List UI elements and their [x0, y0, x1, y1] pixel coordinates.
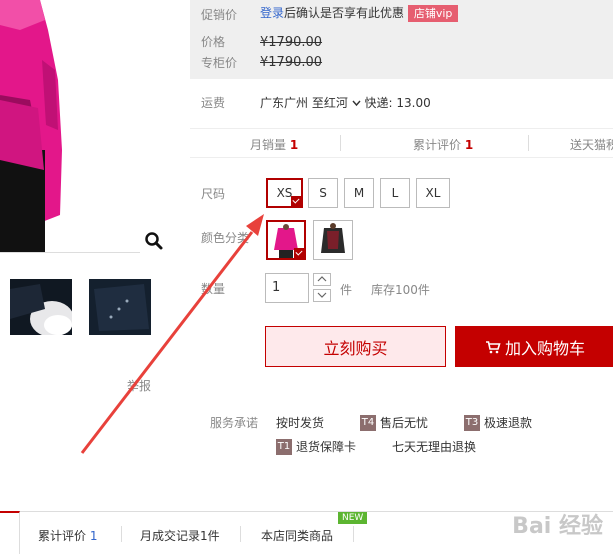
size-option-xs[interactable]: XS	[266, 178, 303, 208]
t3-icon: T3	[464, 414, 480, 431]
shipping-label: 运费	[201, 96, 226, 110]
chevron-down-icon[interactable]	[352, 100, 361, 107]
buy-now-button[interactable]: 立刻购买	[265, 326, 446, 367]
counter-price-value: ¥1790.00	[260, 55, 323, 70]
tab-description[interactable]	[0, 511, 20, 554]
shipping-from: 广东广州	[260, 96, 309, 110]
promo-text: 后确认是否享有此优惠	[284, 6, 405, 20]
buy-now-label: 立刻购买	[323, 338, 388, 358]
arrow-down-icon[interactable]	[313, 289, 331, 302]
size-option-xl[interactable]: XL	[416, 178, 450, 208]
service-label: 服务承诺	[210, 416, 259, 430]
shipping-to[interactable]: 至红河	[312, 96, 348, 110]
arrow-up-icon[interactable]	[313, 273, 331, 286]
monthly-sales-label: 月销量	[250, 138, 287, 152]
login-link[interactable]: 登录	[260, 6, 284, 20]
quantity-label: 数量	[201, 282, 226, 296]
service-item[interactable]: T1 退货保障卡	[276, 438, 356, 455]
tmall-points: 送天猫积	[570, 138, 613, 152]
tab-divider	[121, 526, 122, 542]
tab-divider	[240, 526, 241, 542]
service-item[interactable]: 七天无理由退换	[392, 438, 476, 455]
color-label: 颜色分类	[201, 231, 250, 245]
add-to-cart-label: 加入购物车	[504, 338, 585, 358]
quantity-input[interactable]: 1	[265, 273, 309, 303]
total-reviews-label: 累计评价	[413, 138, 462, 152]
size-option-m[interactable]: M	[344, 178, 374, 208]
watermark: Bai 经验	[512, 514, 603, 539]
search-icon[interactable]	[143, 230, 165, 252]
shipping-express: 快递: 13.00	[364, 96, 431, 110]
t1-icon: T1	[276, 438, 292, 455]
promo-row: 登录后确认是否享有此优惠 店铺vip	[260, 4, 459, 22]
t4-icon: T4	[360, 414, 376, 431]
service-item-label: 售后无忧	[380, 416, 429, 430]
add-to-cart-button[interactable]: 加入购物车	[455, 326, 613, 367]
counter-price-label: 专柜价	[201, 56, 238, 70]
size-option-l[interactable]: L	[380, 178, 410, 208]
size-option-label: S	[319, 186, 327, 200]
check-icon	[294, 248, 304, 258]
size-option-label: M	[353, 186, 365, 200]
size-option-label: XL	[425, 186, 441, 200]
black-jacket-swatch	[314, 221, 352, 259]
stat-divider	[528, 135, 529, 151]
jacket-illustration	[0, 0, 170, 252]
total-reviews[interactable]: 累计评价 1	[413, 136, 473, 153]
color-option-black[interactable]	[313, 220, 353, 260]
price-value: ¥1790.00	[260, 35, 323, 50]
service-item[interactable]: T4 售后无忧	[360, 414, 428, 431]
thumbnail-1[interactable]	[10, 279, 72, 335]
color-option-pink[interactable]	[266, 220, 306, 260]
cart-icon	[485, 340, 501, 353]
monthly-sales-value: 1	[289, 138, 299, 152]
stat-divider	[340, 135, 341, 151]
stock-text: 库存100件	[371, 283, 430, 297]
size-option-label: L	[391, 186, 399, 200]
monthly-sales: 月销量 1	[250, 136, 298, 153]
service-item[interactable]: 按时发货	[276, 414, 324, 431]
main-product-image	[0, 0, 170, 252]
tab-divider	[353, 526, 354, 542]
size-label: 尺码	[201, 187, 226, 201]
tab-reviews-label: 累计评价	[38, 529, 87, 543]
report-link[interactable]: 举报	[127, 377, 151, 394]
total-reviews-value: 1	[464, 138, 474, 152]
tab-same-category[interactable]: 本店同类商品	[261, 527, 333, 544]
promo-label: 促销价	[201, 8, 238, 22]
price-label: 价格	[201, 35, 226, 49]
new-badge: NEW	[338, 512, 368, 524]
quantity-unit: 件	[340, 283, 353, 297]
image-divider	[0, 252, 140, 253]
shipping-row: 广东广州 至红河 快递: 13.00	[260, 94, 431, 111]
product-page: 举报 促销价 登录后确认是否享有此优惠 店铺vip 价格 ¥1790.00 专柜…	[0, 0, 613, 554]
check-icon	[291, 196, 301, 206]
tab-reviews[interactable]: 累计评价 1	[38, 527, 97, 544]
thumbnail-2[interactable]	[89, 279, 151, 335]
quantity-value: 1	[272, 280, 281, 295]
size-option-s[interactable]: S	[308, 178, 338, 208]
service-item-label: 退货保障卡	[296, 440, 357, 454]
vip-badge: 店铺vip	[407, 5, 459, 22]
tab-monthly-records[interactable]: 月成交记录1件	[140, 527, 220, 544]
service-item-label: 极速退款	[484, 416, 533, 430]
tab-reviews-count: 1	[89, 529, 98, 543]
service-item[interactable]: T3 极速退款	[464, 414, 532, 431]
